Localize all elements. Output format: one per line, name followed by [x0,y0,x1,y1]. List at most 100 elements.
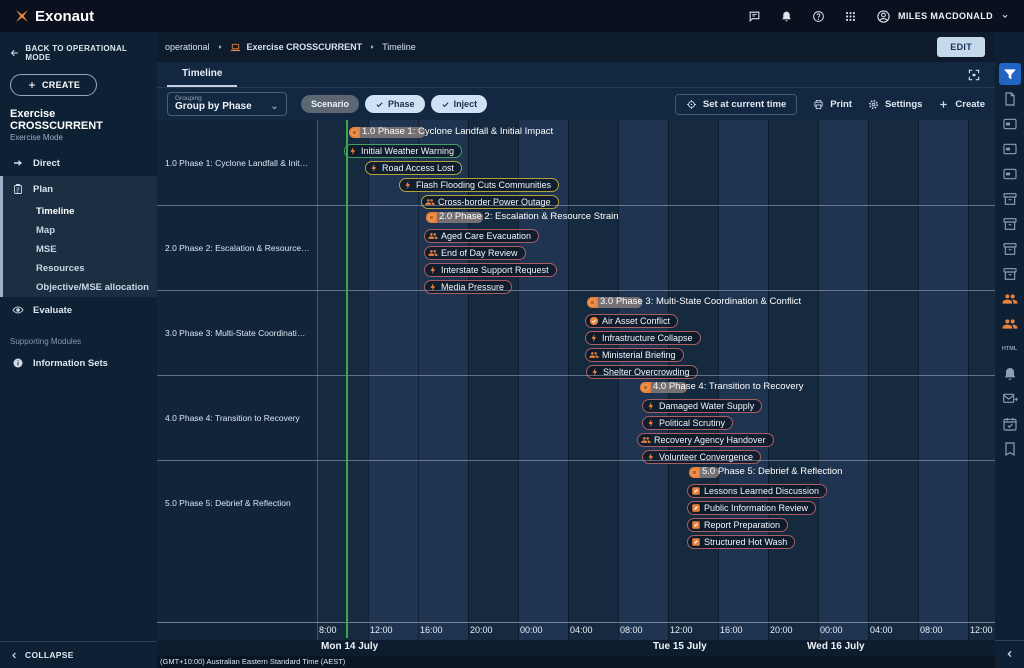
archive-rail-icon[interactable] [1002,266,1018,282]
sidebar-item-label: Information Sets [33,358,108,369]
settings-button[interactable]: Settings [868,99,922,110]
row-label: 5.0 Phase 5: Debrief & Reflection [157,460,318,545]
row-separator [157,205,995,206]
inject-pill[interactable]: Initial Weather Warning [344,144,462,158]
document-rail-icon[interactable] [1002,91,1018,107]
inject-pill[interactable]: Media Pressure [424,280,512,294]
inject-pill[interactable]: Report Preparation [687,518,788,532]
sidebar-item-plan[interactable]: Plan [3,176,157,202]
print-button[interactable]: Print [813,99,852,110]
fullscreen-icon[interactable] [967,68,981,82]
card-rail-icon[interactable] [1002,166,1018,182]
sidebar-item-timeline[interactable]: Timeline [3,202,157,221]
user-name: MILES MACDONALD [898,11,993,21]
inject-pill[interactable]: Ministerial Briefing [585,348,684,362]
inject-pill[interactable]: Volunteer Convergence [642,450,761,464]
inject-pill[interactable]: Structured Hot Wash [687,535,795,549]
breadcrumb-item-exercise[interactable]: Exercise CROSSCURRENT [247,42,363,52]
inject-pill[interactable]: End of Day Review [424,246,526,260]
topbar-actions: MILES MACDONALD [748,9,1010,24]
create-button[interactable]: CREATE [10,74,97,96]
axis-date-label: Mon 14 July [321,641,378,652]
card-rail-icon[interactable] [1002,141,1018,157]
axis-line [157,622,995,623]
archive-rail-icon[interactable] [1002,191,1018,207]
grid-line [718,120,719,640]
user-menu[interactable]: MILES MACDONALD [876,9,1010,24]
axis-tick-label: 20:00 [470,625,493,635]
row-label-text: 1.0 Phase 1: Cyclone Landfall & Initial … [165,158,310,168]
chip-phase[interactable]: Phase [365,95,425,113]
inject-pill[interactable]: Interstate Support Request [424,263,557,277]
sidebar-item-information-sets[interactable]: Information Sets [0,350,157,376]
inject-label: Structured Hot Wash [704,537,787,547]
people-rail-icon[interactable] [1002,316,1018,332]
inject-pill[interactable]: Infrastructure Collapse [585,331,701,345]
people-rail-icon[interactable] [1002,291,1018,307]
grid-line [668,120,669,640]
inject-pill[interactable]: Public Information Review [687,501,816,515]
sidebar-group-plan: PlanTimelineMapMSEResourcesObjective/MSE… [0,176,157,297]
inject-pill[interactable]: Flash Flooding Cuts Communities [399,178,559,192]
chip-scenario[interactable]: Scenario [301,95,359,113]
collapse-rail-button[interactable] [995,640,1024,668]
mail-send-rail-icon[interactable] [1002,391,1018,407]
inject-pill[interactable]: Road Access Lost [365,161,462,175]
inject-pill[interactable]: Aged Care Evacuation [424,229,539,243]
archive-rail-icon[interactable] [1002,216,1018,232]
help-icon[interactable] [812,10,825,23]
sidebar-item-label: Evaluate [33,305,72,316]
grid-line [918,120,919,640]
card-rail-icon[interactable] [1002,116,1018,132]
row-label-text: 2.0 Phase 2: Escalation & Resource Strai… [165,243,310,253]
sidebar-item-mse[interactable]: MSE [3,240,157,259]
grid-line [418,120,419,640]
sidebar-item-objective-mse-allocation[interactable]: Objective/MSE allocation [3,278,157,297]
inject-pill[interactable]: Political Scrutiny [642,416,733,430]
create-button[interactable]: Create [938,99,985,110]
sidebar-item-map[interactable]: Map [3,221,157,240]
sidebar-nav: Direct PlanTimelineMapMSEResourcesObjecti… [0,150,157,376]
html-rail-icon[interactable]: HTML [1002,341,1017,357]
inject-pill[interactable]: Recovery Agency Handover [637,433,774,447]
axis-tick-label: 00:00 [520,625,543,635]
grid-icon[interactable] [844,10,857,23]
timeline-footer: (GMT+10:00) Australian Eastern Standard … [157,656,995,668]
event-check-rail-icon[interactable] [1002,416,1018,432]
axis-tick-label: 12:00 [670,625,693,635]
chip-inject[interactable]: Inject [431,95,488,113]
archive-rail-icon[interactable] [1002,241,1018,257]
app-logo-text: Exonaut [35,8,94,25]
chat-icon[interactable] [748,10,761,23]
axis-tick-label: 04:00 [870,625,893,635]
back-to-operational-mode-link[interactable]: BACK TO OPERATIONAL MODE [0,32,157,66]
book-rail-icon[interactable] [1002,441,1018,457]
bell-rail-icon[interactable] [1002,366,1018,382]
edit-button[interactable]: EDIT [937,37,985,57]
row-label: 2.0 Phase 2: Escalation & Resource Strai… [157,205,318,290]
sidebar-item-resources[interactable]: Resources [3,259,157,278]
phase-dot-icon [589,299,596,306]
tab-timeline[interactable]: Timeline [167,62,237,87]
button-label: Settings [885,99,922,110]
axis-date-label: Wed 16 July [807,641,865,652]
check-circle-icon [589,316,599,326]
collapse-label: COLLAPSE [25,650,74,660]
sidebar-item-label: Direct [33,158,60,169]
grouping-select[interactable]: Grouping Group by Phase [167,92,287,116]
breadcrumb-item-operational[interactable]: operational [165,42,210,52]
inject-pill[interactable]: Cross-border Power Outage [421,195,559,209]
sidebar-item-evaluate[interactable]: Evaluate [0,297,157,323]
inject-pill[interactable]: Shelter Overcrowding [586,365,698,379]
phase-bar-label: 2.0 Phase 2: Escalation & Resource Strai… [439,211,619,222]
print-icon [813,99,824,110]
inject-pill[interactable]: Damaged Water Supply [642,399,762,413]
collapse-sidebar-button[interactable]: COLLAPSE [0,641,157,668]
filter-rail-icon[interactable] [999,63,1021,85]
set-at-current-time-button[interactable]: Set at current time [675,94,797,115]
bell-icon[interactable] [780,10,793,23]
inject-pill[interactable]: Air Asset Conflict [585,314,678,328]
inject-pill[interactable]: Lessons Learned Discussion [687,484,827,498]
breadcrumb-item-timeline[interactable]: Timeline [382,42,416,52]
sidebar-item-direct[interactable]: Direct [0,150,157,176]
